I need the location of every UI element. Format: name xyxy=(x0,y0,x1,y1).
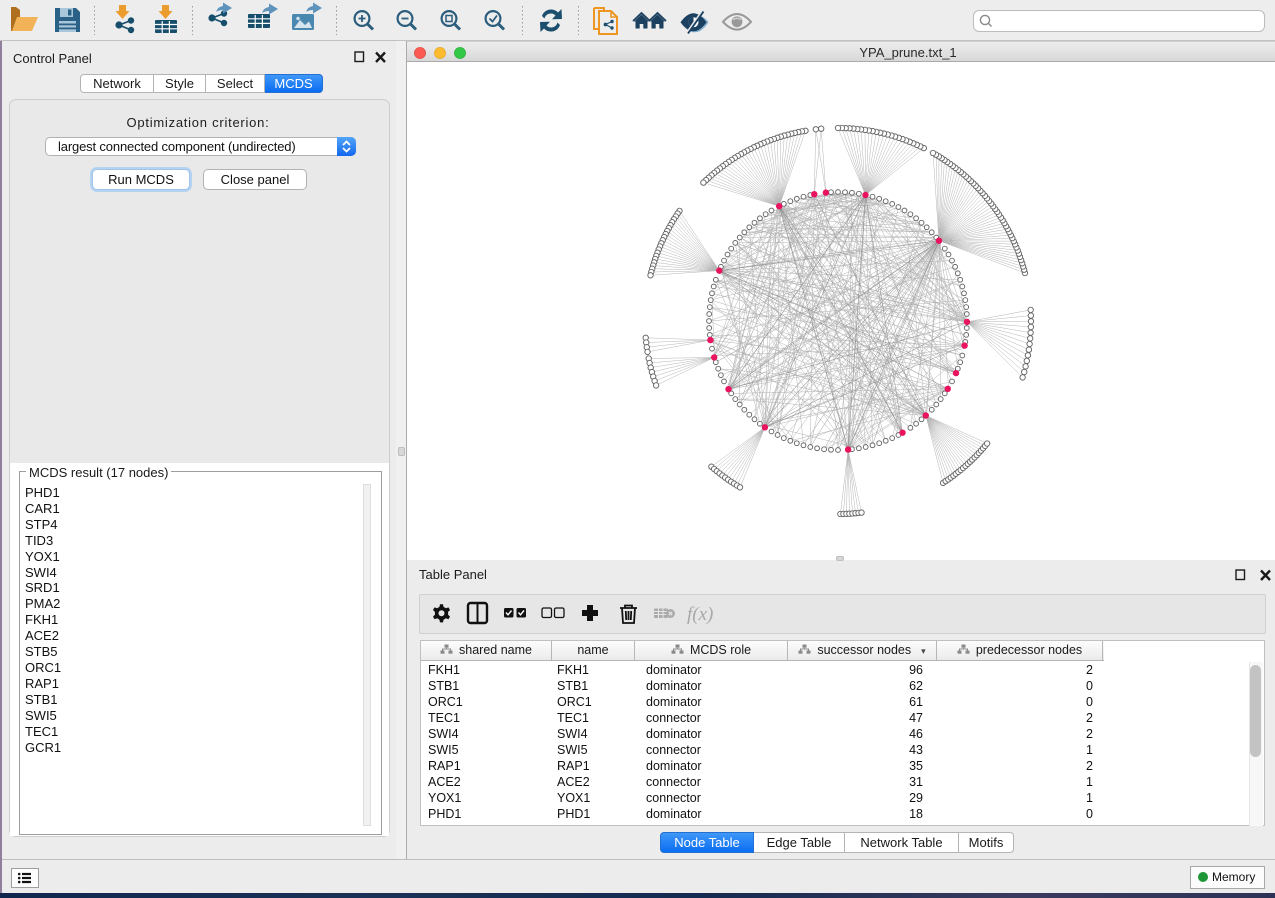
svg-text:f(x): f(x) xyxy=(687,604,713,625)
